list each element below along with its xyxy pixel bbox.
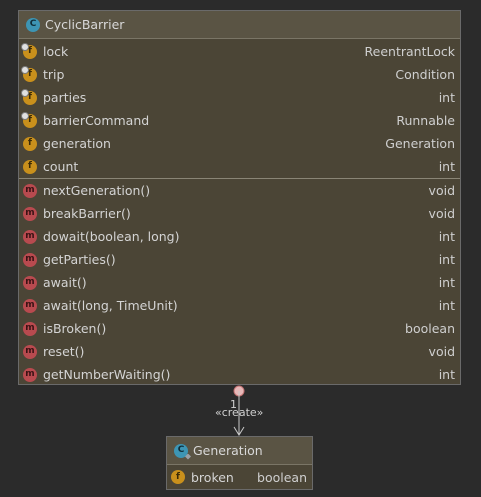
inner-class-title: Generation <box>193 443 263 458</box>
field-name: broken <box>191 469 234 485</box>
inner-fields-section: f broken boolean <box>167 465 312 489</box>
field-type: boolean <box>257 469 307 485</box>
field-row[interactable]: f broken boolean <box>167 465 312 489</box>
inner-class-header[interactable]: C Generation <box>167 437 312 465</box>
class-icon: C <box>174 443 191 460</box>
field-icon: f <box>171 470 185 484</box>
generation-class-box[interactable]: C Generation f broken boolean <box>166 436 313 490</box>
connector-stereotype: «create» <box>215 406 264 419</box>
inner-class-pin-icon <box>185 453 191 460</box>
create-dependency-connector <box>233 385 245 436</box>
